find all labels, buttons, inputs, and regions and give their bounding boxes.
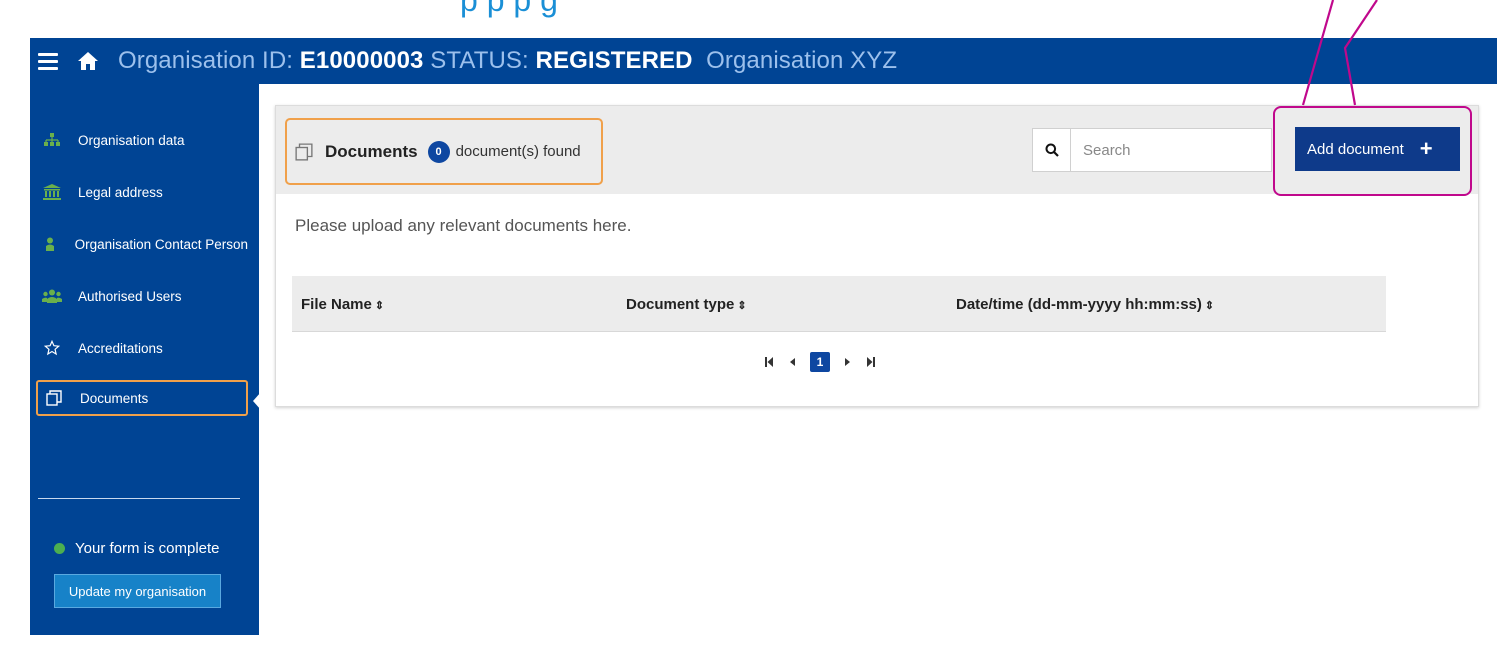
annotation-arrow xyxy=(1301,0,1378,106)
